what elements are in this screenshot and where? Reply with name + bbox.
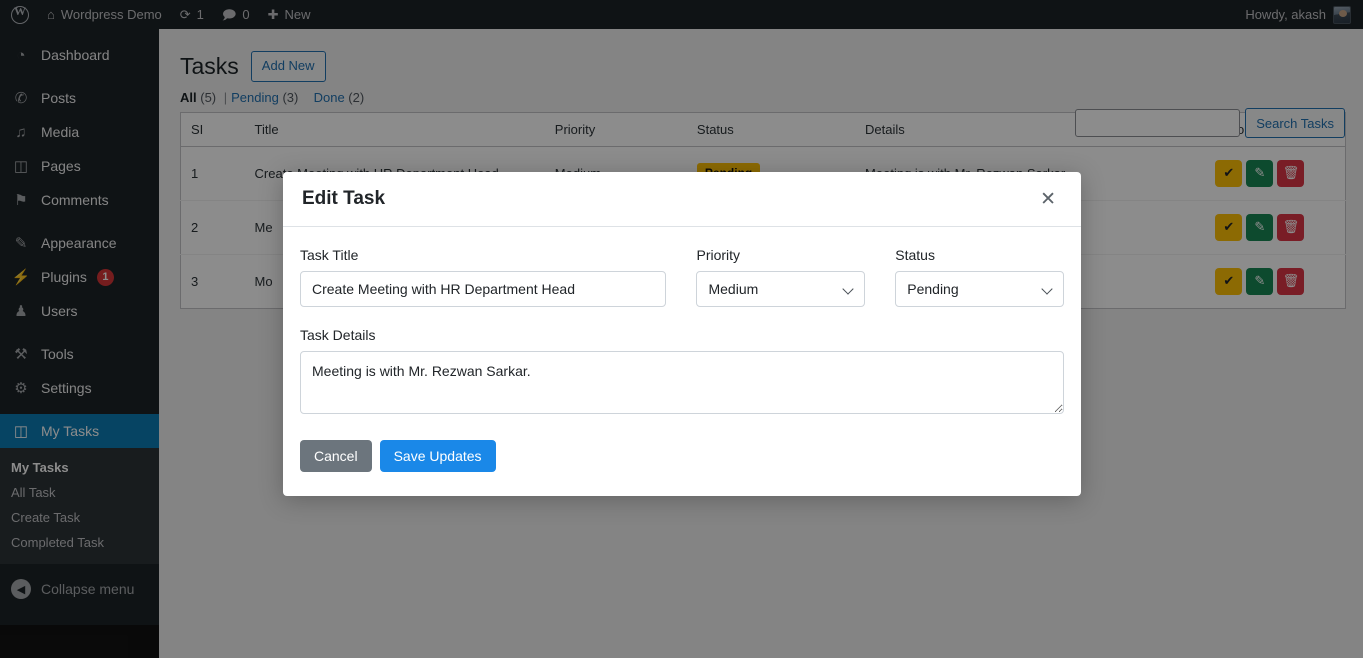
task-details-textarea[interactable]: Meeting is with Mr. Rezwan Sarkar.: [300, 351, 1064, 414]
edit-task-modal: Edit Task ✕ Task Title Priority Status: [283, 172, 1081, 496]
modal-title: Edit Task: [302, 188, 386, 209]
task-title-label: Task Title: [300, 247, 359, 263]
save-updates-button[interactable]: Save Updates: [379, 440, 496, 472]
modal-body: Task Title Priority Status Task: [283, 227, 1081, 496]
priority-group: Priority: [696, 247, 866, 307]
modal-header: Edit Task ✕: [283, 172, 1081, 227]
status-group: Status: [895, 247, 1065, 307]
close-icon[interactable]: ✕: [1034, 189, 1062, 210]
task-title-input[interactable]: [300, 271, 667, 307]
task-title-group: Task Title: [300, 247, 667, 307]
modal-actions: Cancel Save Updates: [300, 440, 1064, 472]
status-label: Status: [895, 247, 935, 263]
task-details-label: Task Details: [300, 327, 376, 343]
priority-label: Priority: [696, 247, 741, 263]
priority-select-wrap: [696, 271, 866, 307]
app-root: ⌂ Wordpress Demo ⟳ 1 🗩 0 ✚ New Howdy, ak…: [0, 0, 1363, 658]
status-select[interactable]: [895, 271, 1065, 307]
cancel-button[interactable]: Cancel: [300, 440, 372, 472]
priority-select[interactable]: [696, 271, 866, 307]
form-row-top: Task Title Priority Status: [300, 247, 1065, 307]
status-select-wrap: [895, 271, 1065, 307]
task-details-group: Task Details Meeting is with Mr. Rezwan …: [300, 327, 1064, 419]
